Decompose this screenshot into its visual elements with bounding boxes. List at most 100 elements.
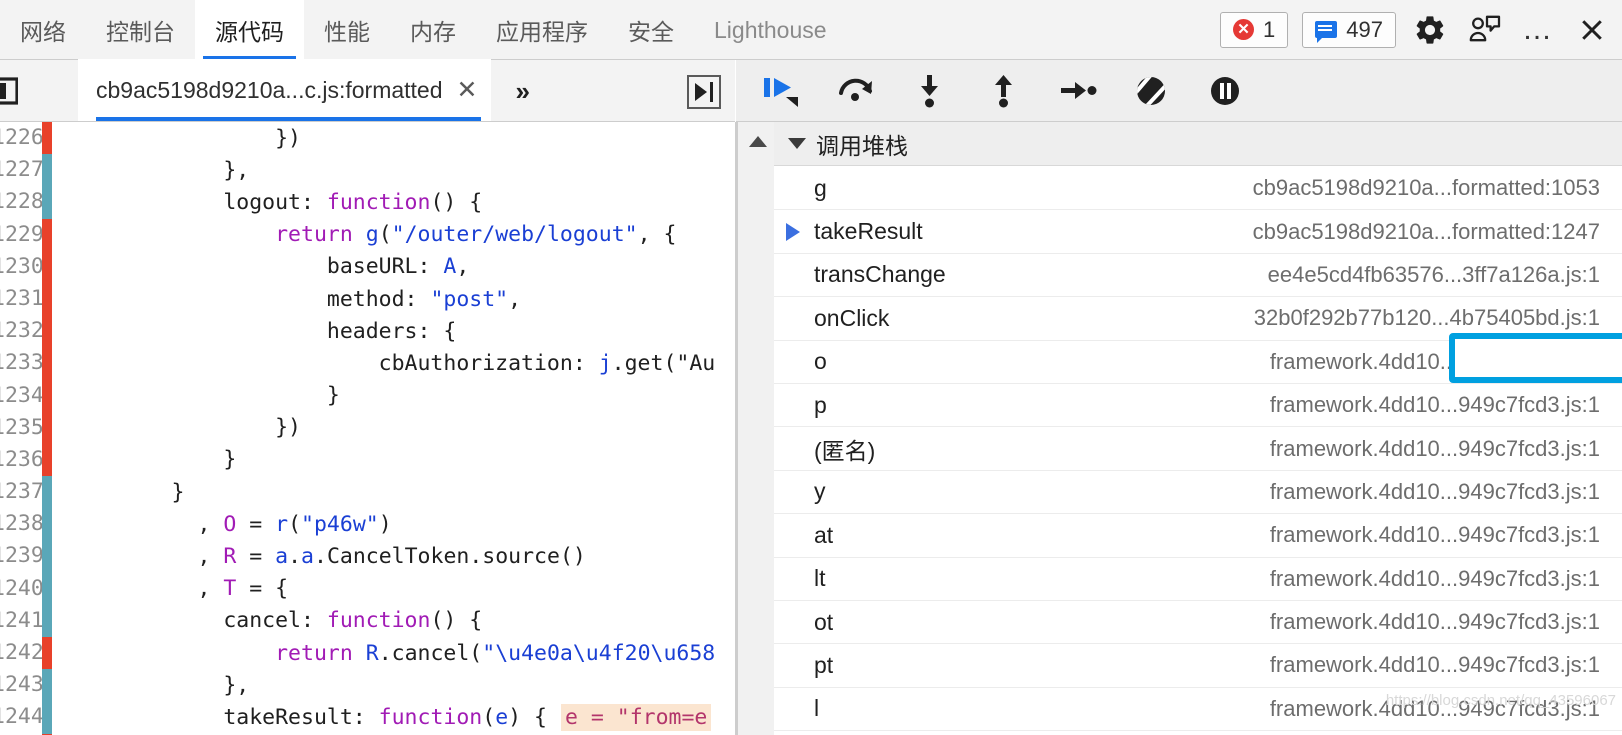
gear-icon[interactable] — [1410, 10, 1450, 50]
line-number[interactable]: 1230 — [0, 251, 44, 283]
coverage-indicator — [42, 476, 52, 509]
call-stack-row[interactable]: g cb9ac5198d9210a...formatted:1053 — [774, 167, 1622, 211]
code-line[interactable]: 1229 return g("/outer/web/logout", { — [0, 218, 735, 251]
line-number[interactable]: 1233 — [0, 347, 44, 379]
code-line[interactable]: 1226 }) — [0, 122, 735, 155]
code-line[interactable]: 1227 }, — [0, 154, 735, 187]
editor-vertical-scrollbar[interactable] — [719, 122, 735, 735]
line-number[interactable]: 1238 — [0, 508, 44, 540]
call-stack-location: 32b0f292b77b120...4b75405bd.js:1 — [1253, 305, 1600, 331]
code-line[interactable]: 1234 } — [0, 379, 735, 412]
tab-sources[interactable]: 源代码 — [195, 0, 304, 60]
call-stack-row[interactable]: (匿名) framework.4dd10...949c7fcd3.js:1 — [774, 427, 1622, 471]
code-line[interactable]: 1231 method: "post", — [0, 282, 735, 316]
error-count-label: 1 — [1263, 16, 1276, 42]
line-number[interactable]: 1237 — [0, 476, 44, 508]
code-line[interactable]: 1242 return R.cancel("\u4e0a\u4f20\u658 — [0, 637, 735, 670]
code-line[interactable]: 1230 baseURL: A, — [0, 250, 735, 283]
line-number[interactable]: 1228 — [0, 186, 44, 218]
call-stack-location: framework.4dd10...949c7fcd3.js:1 — [1269, 565, 1600, 591]
sidebar-scroll-gutter[interactable] — [738, 122, 774, 735]
error-counter-button[interactable]: ✕ 1 — [1220, 11, 1289, 48]
scroll-up-icon[interactable] — [749, 136, 767, 147]
line-number[interactable]: 1235 — [0, 412, 44, 444]
call-stack-function-name: onClick — [814, 304, 890, 331]
code-line[interactable]: 1238 , O = r("p46w") — [0, 508, 735, 541]
step-over-next-call-button[interactable] — [828, 68, 884, 114]
resume-script-execution-button[interactable] — [754, 68, 810, 114]
tab-lighthouse[interactable]: Lighthouse — [694, 0, 847, 60]
line-number[interactable]: 1231 — [0, 283, 44, 315]
code-line[interactable]: 1236 } — [0, 443, 735, 477]
step-into-next-call-button[interactable] — [902, 68, 958, 114]
call-stack-row[interactable]: lt framework.4dd10...949c7fcd3.js:1 — [774, 558, 1622, 601]
code-token: e — [495, 704, 509, 730]
call-stack-row[interactable]: pt framework.4dd10...949c7fcd3.js:1 — [774, 644, 1622, 688]
code-line[interactable]: 1237 } — [0, 476, 735, 509]
message-counter-button[interactable]: 497 — [1302, 11, 1396, 48]
more-tabs-icon[interactable]: » — [515, 76, 529, 121]
show-navigator-icon[interactable] — [0, 76, 19, 106]
tab-performance[interactable]: 性能 — [304, 0, 390, 60]
devtools-main-toolbar: 网络 控制台 源代码 性能 内存 应用程序 安全 Lighthouse ✕ 1 … — [0, 0, 1622, 60]
show-debugger-sidebar-icon[interactable] — [687, 75, 721, 109]
file-tab-active[interactable]: cb9ac5198d9210a...c.js:formatted ✕ — [78, 59, 492, 121]
call-stack-row[interactable]: takeResult cb9ac5198d9210a...formatted:12… — [774, 210, 1622, 254]
more-options-icon[interactable]: … — [1518, 10, 1558, 50]
line-number[interactable]: 1232 — [0, 315, 44, 347]
line-number[interactable]: 1240 — [0, 573, 44, 605]
code-token: , — [456, 254, 470, 280]
close-icon[interactable] — [1572, 10, 1612, 50]
call-stack-row[interactable]: onClick 32b0f292b77b120...4b75405bd.js:1 — [774, 297, 1622, 341]
debugger-control-bar — [736, 60, 1622, 122]
line-number[interactable]: 1234 — [0, 380, 44, 412]
code-token: , — [508, 286, 522, 312]
source-code-editor[interactable]: 1226 }) 1227 },1228 logout: function() {… — [0, 122, 735, 735]
line-number[interactable]: 1244 — [0, 701, 44, 733]
line-number[interactable]: 1226 — [0, 122, 44, 154]
close-icon[interactable]: ✕ — [457, 77, 478, 103]
tab-memory[interactable]: 内存 — [390, 0, 476, 60]
call-stack-row[interactable]: transChange ee4e5cd4fb63576...3ff7a126a.j… — [774, 254, 1622, 298]
deactivate-breakpoints-button[interactable] — [1124, 68, 1180, 114]
step-out-of-current-function-button[interactable] — [976, 68, 1032, 114]
code-line[interactable]: 1235 }) — [0, 411, 735, 444]
call-stack-section-header[interactable]: 调用堆栈 — [774, 122, 1622, 166]
tab-console[interactable]: 控制台 — [86, 0, 195, 60]
line-number[interactable]: 1236 — [0, 444, 44, 476]
call-stack-row[interactable]: p framework.4dd10...949c7fcd3.js:1 — [774, 384, 1622, 428]
line-number[interactable]: 1227 — [0, 154, 44, 186]
call-stack-function-name: at — [814, 521, 834, 548]
line-number[interactable]: 1239 — [0, 540, 44, 572]
code-line[interactable]: 1240 , T = { — [0, 572, 735, 605]
active-frame-arrow-icon — [778, 222, 808, 241]
code-text: , T = { — [52, 576, 288, 601]
tab-network[interactable]: 网络 — [0, 0, 86, 60]
line-number[interactable]: 1241 — [0, 605, 44, 637]
code-line[interactable]: 1243 }, — [0, 669, 735, 702]
tab-security[interactable]: 安全 — [608, 0, 694, 60]
code-line[interactable]: 1232 headers: { — [0, 315, 735, 348]
line-number[interactable]: 1243 — [0, 669, 44, 701]
line-number[interactable]: 1242 — [0, 637, 44, 669]
tab-application[interactable]: 应用程序 — [476, 0, 608, 60]
code-line[interactable]: 1233 cbAuthorization: j.get("Au — [0, 347, 735, 380]
call-stack-row[interactable]: y framework.4dd10...949c7fcd3.js:1 — [774, 471, 1622, 515]
line-number[interactable]: 1229 — [0, 219, 44, 251]
code-text: headers: { — [52, 319, 456, 344]
code-token: a — [301, 544, 314, 570]
code-line[interactable]: 1244 takeResult: function(e) {e = "from=… — [0, 701, 735, 734]
code-line[interactable]: 1239 , R = a.a.CancelToken.source() — [0, 540, 735, 573]
call-stack-row[interactable]: ot framework.4dd10...949c7fcd3.js:1 — [774, 601, 1622, 645]
code-line[interactable]: 1228 logout: function() { — [0, 186, 735, 219]
code-text: }) — [52, 415, 301, 440]
message-count-label: 497 — [1346, 16, 1383, 42]
call-stack-row[interactable]: at framework.4dd10...949c7fcd3.js:1 — [774, 514, 1622, 558]
feedback-icon[interactable] — [1464, 10, 1504, 50]
pause-on-exceptions-button[interactable] — [1198, 68, 1254, 114]
code-line[interactable]: 1241 cancel: function() { — [0, 604, 735, 637]
step-button[interactable] — [1050, 68, 1106, 114]
call-stack-location: framework.4dd10...949c7fcd3.js:1 — [1269, 478, 1600, 504]
